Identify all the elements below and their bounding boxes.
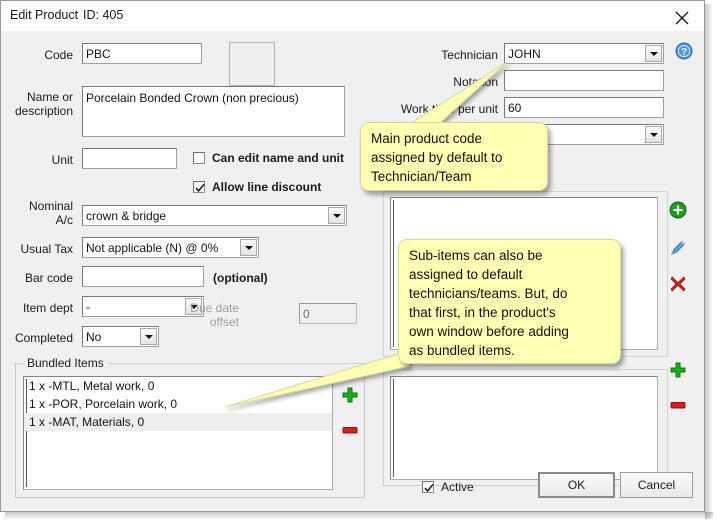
callout-subitems-tail	[225, 352, 410, 407]
screenshot-root: Edit Product ID: 405 Code PBC Name or de…	[0, 0, 717, 523]
callout-technician: Main product code assigned by default to…	[360, 122, 548, 191]
callout-subitems: Sub-items can also be assigned to defaul…	[398, 239, 621, 364]
